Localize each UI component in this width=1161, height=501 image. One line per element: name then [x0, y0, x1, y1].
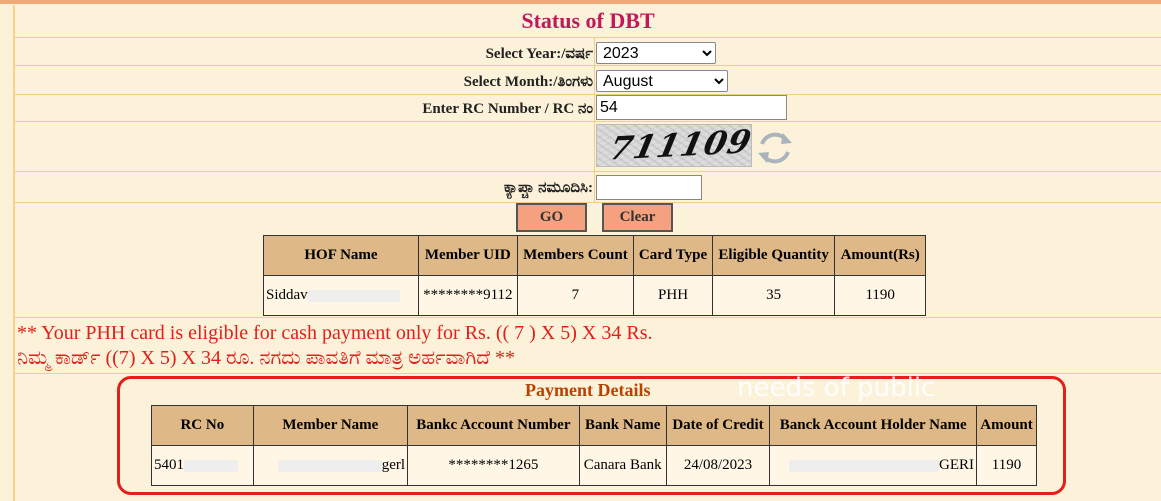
account-number-cell: ********1265 [407, 445, 580, 486]
column-header: Amount [976, 405, 1037, 446]
redacted-mask [789, 459, 940, 472]
row-divider [15, 37, 1161, 38]
rc-number-input[interactable] [596, 95, 787, 120]
redacted-mask [184, 459, 238, 472]
member-uid-cell: ********9112 [417, 275, 518, 316]
column-header: Banck Account Holder Name [769, 405, 978, 446]
bank-name-cell: Canara Bank [578, 445, 667, 486]
month-label: Select Month:/ತಿಂಗಳು [463, 74, 593, 90]
row-divider [15, 171, 1161, 172]
page-title: Status of DBT [521, 8, 655, 33]
eligibility-message-en: ** Your PHH card is eligible for cash pa… [17, 322, 653, 344]
captcha-input[interactable] [596, 175, 702, 200]
member-name-text: gerl [381, 457, 406, 473]
table-row: Siddav ********9112 7 PHH 35 1190 [263, 275, 926, 316]
column-header: Member Name [252, 405, 409, 446]
captcha-code: 711109 [606, 124, 752, 167]
column-header: Date of Credit [665, 405, 771, 446]
clear-button[interactable]: Clear [602, 203, 673, 232]
top-border [0, 0, 1161, 4]
table-header-row: HOF Name Member UID Members Count Card T… [263, 235, 926, 276]
captcha-label: ಕ್ಯಾಪ್ಚಾ ನಮೂದಿಸಿ: [503, 180, 593, 196]
column-divider [594, 38, 595, 202]
table-header-row: RC No Member Name Bankc Account Number B… [151, 405, 1037, 446]
eligibility-message-kn: ನಿಮ್ಮ ಕಾರ್ಡ್ ((7) X 5) X 34 ರೂ. ನಗದು ಪಾವ… [17, 347, 516, 369]
rc-no-text: 5401 [154, 457, 184, 473]
rc-number-label: Enter RC Number / RC ನಂ [422, 101, 593, 117]
eligible-quantity-cell: 35 [711, 275, 836, 316]
captcha-image: 711109 [596, 124, 752, 167]
watermark-text: needs of public [737, 373, 936, 403]
date-of-credit-cell: 24/08/2023 [665, 445, 771, 486]
payment-table: RC No Member Name Bankc Account Number B… [151, 405, 1037, 486]
hof-name-cell: Siddav [263, 275, 419, 316]
go-button[interactable]: GO [516, 203, 587, 232]
month-select[interactable]: August [596, 70, 728, 92]
column-header: Card Type [633, 235, 713, 276]
row-divider [15, 373, 1161, 374]
column-header: RC No [151, 405, 254, 446]
refresh-captcha-icon[interactable] [754, 128, 796, 168]
hof-name-text: Siddav [266, 287, 308, 303]
column-header: Bankc Account Number [407, 405, 580, 446]
payment-details-title: Payment Details [525, 380, 651, 400]
row-divider [15, 65, 1161, 66]
column-header: Amount(Rs) [834, 235, 926, 276]
members-count-cell: 7 [516, 275, 635, 316]
redacted-mask [307, 289, 400, 302]
payment-amount-cell: 1190 [976, 445, 1037, 486]
column-header: HOF Name [263, 235, 419, 276]
holder-name-cell: GERI [769, 445, 978, 486]
row-divider [15, 94, 1161, 95]
year-label: Select Year:/ವರ್ಷ [485, 46, 593, 62]
redacted-mask [277, 459, 382, 472]
table-row: 5401 gerl ********1265 Canara Bank 24/08… [151, 445, 1037, 486]
column-header: Bank Name [578, 405, 667, 446]
column-header: Members Count [516, 235, 635, 276]
row-divider [15, 202, 1161, 203]
amount-cell: 1190 [834, 275, 926, 316]
member-name-cell: gerl [252, 445, 409, 486]
column-header: Member UID [417, 235, 518, 276]
card-type-cell: PHH [633, 275, 713, 316]
summary-table: HOF Name Member UID Members Count Card T… [263, 235, 926, 316]
column-header: Eligible Quantity [711, 235, 836, 276]
holder-name-text: GERI [939, 457, 975, 473]
year-select[interactable]: 2023 [596, 42, 716, 64]
row-divider [15, 317, 1161, 318]
rc-no-cell: 5401 [151, 445, 254, 486]
row-divider [15, 121, 1161, 122]
